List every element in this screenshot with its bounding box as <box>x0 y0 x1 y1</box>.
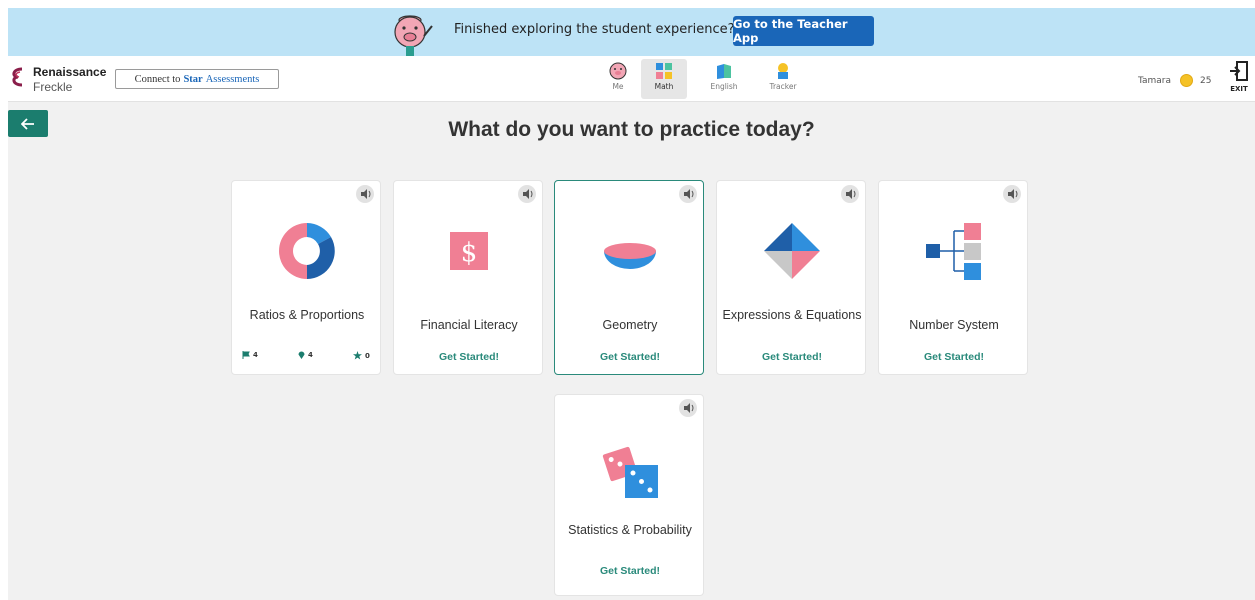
map-pin-icon <box>298 351 305 359</box>
promo-banner: Finished exploring the student experienc… <box>8 8 1255 56</box>
exit-button[interactable]: EXIT <box>1226 61 1252 93</box>
tab-tracker[interactable]: Tracker <box>760 59 806 99</box>
coin-count: 25 <box>1200 76 1212 86</box>
flag-count: 4 <box>253 351 258 359</box>
speaker-icon[interactable] <box>1003 185 1021 203</box>
connect-prefix: Connect to <box>134 73 181 85</box>
pin-count: 4 <box>308 351 313 359</box>
topic-card-number-system[interactable]: Number System Get Started! <box>878 180 1028 375</box>
flag-icon <box>242 351 250 359</box>
speaker-icon[interactable] <box>679 399 697 417</box>
pin-stat: 4 <box>298 351 313 359</box>
product-name: Freckle <box>33 80 73 94</box>
star-icon <box>353 351 362 360</box>
tab-math[interactable]: Math <box>641 59 687 99</box>
donut-chart-icon <box>279 223 335 279</box>
tree-diagram-icon <box>926 223 981 280</box>
star-count: 0 <box>365 351 370 360</box>
diamond-shape-icon <box>764 223 820 279</box>
banner-message: Finished exploring the student experienc… <box>454 22 735 37</box>
book-icon <box>717 64 731 79</box>
topic-card-statistics-probability[interactable]: Statistics & Probability Get Started! <box>554 394 704 596</box>
tab-english[interactable]: English <box>701 59 747 99</box>
tab-math-label: Math <box>654 82 674 91</box>
tab-english-label: English <box>710 82 738 91</box>
get-started-link[interactable]: Get Started! <box>555 565 705 577</box>
dice-icon <box>602 446 658 498</box>
connect-suffix: Assessments <box>205 73 260 85</box>
coin-icon <box>1180 74 1193 87</box>
go-to-teacher-app-button[interactable]: Go to the Teacher App <box>733 16 874 46</box>
page-title: What do you want to practice today? <box>448 118 815 141</box>
pig-mascot-icon <box>394 15 433 56</box>
speaker-icon[interactable] <box>356 185 374 203</box>
topic-card-ratios-proportions[interactable]: Ratios & Proportions 4 4 0 <box>231 180 381 375</box>
renaissance-logo-icon[interactable] <box>10 67 24 87</box>
flag-stat: 4 <box>242 351 258 359</box>
topic-card-expressions-equations[interactable]: Expressions & Equations Get Started! <box>716 180 866 375</box>
card-title: Geometry <box>602 318 658 332</box>
connect-star-button[interactable]: Connect to Star Assessments <box>115 69 279 89</box>
tab-tracker-label: Tracker <box>769 82 797 91</box>
get-started-link[interactable]: Get Started! <box>394 351 544 363</box>
get-started-link[interactable]: Get Started! <box>555 351 705 363</box>
avatar-icon <box>609 62 627 80</box>
speaker-icon[interactable] <box>518 185 536 203</box>
tab-me[interactable]: Me <box>595 59 641 99</box>
card-title: Ratios & Proportions <box>249 308 365 322</box>
speaker-icon[interactable] <box>679 185 697 203</box>
exit-label: EXIT <box>1230 85 1248 93</box>
card-title: Expressions & Equations <box>722 308 862 322</box>
top-navigation: Renaissance Freckle Connect to Star Asse… <box>8 56 1255 102</box>
star-stat: 0 <box>353 351 370 360</box>
brand-name: Renaissance <box>33 65 107 79</box>
user-name: Tamara <box>1138 76 1172 86</box>
dollar-icon: $ <box>450 232 488 270</box>
speaker-icon[interactable] <box>841 185 859 203</box>
bowl-shape-icon <box>604 243 656 269</box>
connect-star: Star <box>183 73 203 85</box>
app-frame: Finished exploring the student experienc… <box>8 8 1255 600</box>
card-title: Number System <box>909 318 999 332</box>
card-title: Financial Literacy <box>420 318 518 332</box>
topic-card-financial-literacy[interactable]: $ Financial Literacy Get Started! <box>393 180 543 375</box>
get-started-link[interactable]: Get Started! <box>717 351 867 363</box>
trophy-icon <box>778 63 788 79</box>
topic-card-geometry[interactable]: Geometry Get Started! <box>554 180 704 375</box>
svg-text:$: $ <box>461 238 478 268</box>
tab-me-label: Me <box>612 82 624 91</box>
get-started-link[interactable]: Get Started! <box>879 351 1029 363</box>
exit-door-icon <box>1230 61 1248 81</box>
math-blocks-icon <box>656 63 672 79</box>
card-title: Statistics & Probability <box>568 523 692 537</box>
